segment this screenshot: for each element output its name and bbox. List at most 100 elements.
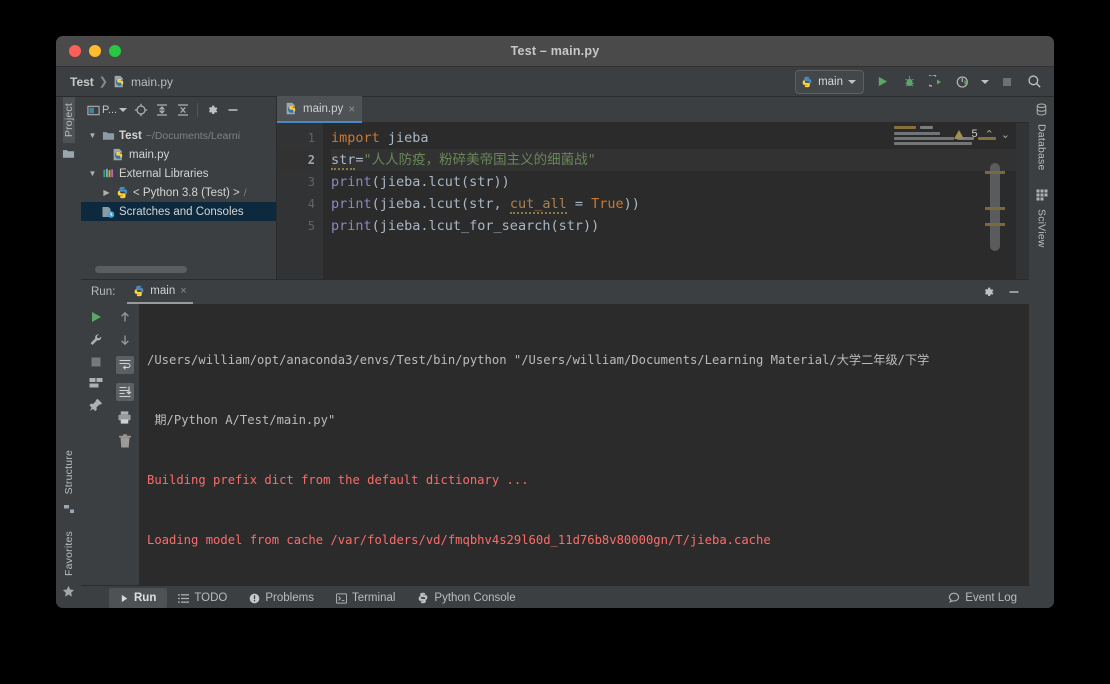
chevron-right-icon[interactable]: ▶ — [101, 188, 112, 197]
editor-scrollbar-track[interactable] — [1016, 123, 1029, 279]
bottom-tab-label: TODO — [194, 592, 227, 604]
hide-icon[interactable] — [226, 103, 240, 117]
chevron-down-icon[interactable]: ▼ — [87, 169, 98, 178]
expand-all-icon[interactable] — [155, 103, 169, 117]
up-arrow-icon[interactable] — [118, 310, 132, 324]
settings-icon[interactable] — [205, 103, 219, 117]
bottom-tab-todo[interactable]: TODO — [167, 588, 238, 608]
line-number: 2 — [277, 149, 315, 171]
sidebar-item-label: Database — [1036, 124, 1048, 171]
editor-body: 1 2 3 4 5 import jieba str="人人防疫，粉碎美帝国主义… — [277, 123, 1029, 279]
project-scope-selector[interactable]: P... — [87, 104, 127, 117]
sidebar-item-structure[interactable]: Structure — [63, 444, 75, 500]
stop-icon[interactable] — [90, 356, 102, 368]
event-log-button[interactable]: Event Log — [948, 592, 1029, 604]
tree-node-external-libraries[interactable]: ▼ External Libraries — [81, 164, 276, 183]
debug-button[interactable] — [900, 73, 918, 91]
profile-button[interactable] — [954, 73, 972, 91]
chevron-down-icon[interactable]: ▼ — [87, 131, 98, 140]
run-tab-label: main — [150, 285, 175, 297]
sidebar-item-favorites[interactable]: Favorites — [63, 525, 75, 582]
token-function-print: print — [331, 174, 372, 190]
sidebar-item-label: SciView — [1036, 209, 1048, 248]
run-tool-window: Run: main × — [81, 279, 1029, 608]
folder-icon — [62, 143, 75, 164]
layout-icon[interactable] — [89, 377, 103, 389]
token-kwarg-cutall: cut_all — [510, 196, 567, 214]
structure-icon — [63, 500, 75, 525]
token-variable-str: str — [331, 152, 355, 170]
project-view-icon — [87, 104, 100, 117]
console-output[interactable]: /Users/william/opt/anaconda3/envs/Test/b… — [139, 304, 1016, 585]
hide-icon[interactable] — [1007, 285, 1021, 299]
line-number: 5 — [277, 215, 315, 237]
bottom-tab-run[interactable]: Run — [109, 588, 167, 608]
balloon-icon — [948, 592, 960, 604]
tree-node-label: Test — [119, 130, 142, 142]
scratches-icon — [101, 205, 115, 219]
close-icon[interactable]: × — [348, 102, 355, 116]
token-string-literal: "人人防疫，粉碎美帝国主义的细菌战" — [364, 152, 596, 168]
run-panel-content: /Users/william/opt/anaconda3/envs/Test/b… — [81, 304, 1029, 585]
database-icon — [1035, 97, 1048, 118]
print-icon[interactable] — [117, 410, 132, 425]
breadcrumb-item-project[interactable]: Test — [70, 75, 94, 89]
tree-node-test[interactable]: ▼ Test ~/Documents/Learni — [81, 126, 276, 145]
run-tab-main[interactable]: main × — [127, 280, 192, 304]
locate-icon[interactable] — [134, 103, 148, 117]
editor-tab-mainpy[interactable]: main.py × — [277, 96, 362, 123]
close-icon[interactable]: × — [180, 285, 186, 297]
console-line: Building prefix dict from the default di… — [147, 470, 1016, 490]
project-scope-label: P... — [102, 104, 117, 116]
breadcrumb-item-file[interactable]: main.py — [131, 75, 173, 89]
scroll-end-icon[interactable] — [116, 383, 134, 401]
bottom-tab-terminal[interactable]: Terminal — [325, 588, 406, 608]
settings-icon[interactable] — [981, 285, 995, 299]
token-module-jieba: jieba — [380, 130, 429, 146]
event-log-label: Event Log — [965, 592, 1017, 604]
run-button[interactable] — [873, 73, 891, 91]
center-column: P... — [81, 97, 1029, 608]
tree-node-python-sdk[interactable]: ▶ < Python 3.8 (Test) > / — [81, 183, 276, 202]
project-toolbar: P... — [81, 97, 276, 123]
editor-row: P... — [81, 97, 1029, 279]
tree-node-mainpy[interactable]: main.py — [81, 145, 276, 164]
chevron-down-icon[interactable] — [981, 80, 989, 84]
trash-icon[interactable] — [118, 434, 132, 449]
star-icon — [62, 582, 75, 608]
line-number: 4 — [277, 193, 315, 215]
bottom-tool-window-bar: Run TODO Problems Terminal — [81, 585, 1029, 608]
tree-node-path: ~/Documents/Learni — [146, 130, 240, 142]
console-line: Loading model from cache /var/folders/vd… — [147, 530, 1016, 550]
search-icon[interactable] — [1025, 73, 1043, 91]
editor-area: main.py × 1 2 3 4 5 — [277, 97, 1029, 279]
left-tool-window-bar: Project Structure Favorites — [56, 97, 81, 608]
chevron-down-icon[interactable]: ⌄ — [1001, 128, 1010, 141]
wrench-icon[interactable] — [89, 333, 103, 347]
python-file-icon — [112, 148, 125, 161]
run-configuration-selector[interactable]: main — [795, 70, 864, 94]
folder-icon — [102, 129, 115, 142]
run-panel-actions — [981, 285, 1021, 299]
title-bar: Test – main.py — [56, 36, 1054, 67]
tree-node-scratches[interactable]: Scratches and Consoles — [81, 202, 276, 221]
main-body: Project Structure Favorites — [56, 97, 1054, 608]
divider — [197, 103, 198, 117]
sidebar-item-project[interactable]: Project — [63, 97, 75, 143]
rerun-icon[interactable] — [89, 310, 103, 324]
coverage-button[interactable] — [927, 73, 945, 91]
stop-button[interactable] — [998, 73, 1016, 91]
soft-wrap-icon[interactable] — [116, 356, 134, 374]
sidebar-item-sciview[interactable]: SciView — [1036, 203, 1048, 254]
sidebar-item-database[interactable]: Database — [1036, 118, 1048, 177]
bottom-tab-problems[interactable]: Problems — [238, 588, 325, 608]
pin-icon[interactable] — [89, 398, 103, 412]
project-horizontal-scrollbar[interactable] — [81, 266, 276, 279]
bottom-tab-python-console[interactable]: Python Console — [406, 588, 526, 608]
collapse-all-icon[interactable] — [176, 103, 190, 117]
run-panel-label: Run: — [91, 286, 115, 298]
inspection-widget: 5 ⌃ ⌄ — [871, 123, 1016, 279]
tree-node-path: / — [244, 187, 247, 199]
down-arrow-icon[interactable] — [118, 333, 132, 347]
console-scrollbar[interactable] — [1016, 304, 1029, 585]
